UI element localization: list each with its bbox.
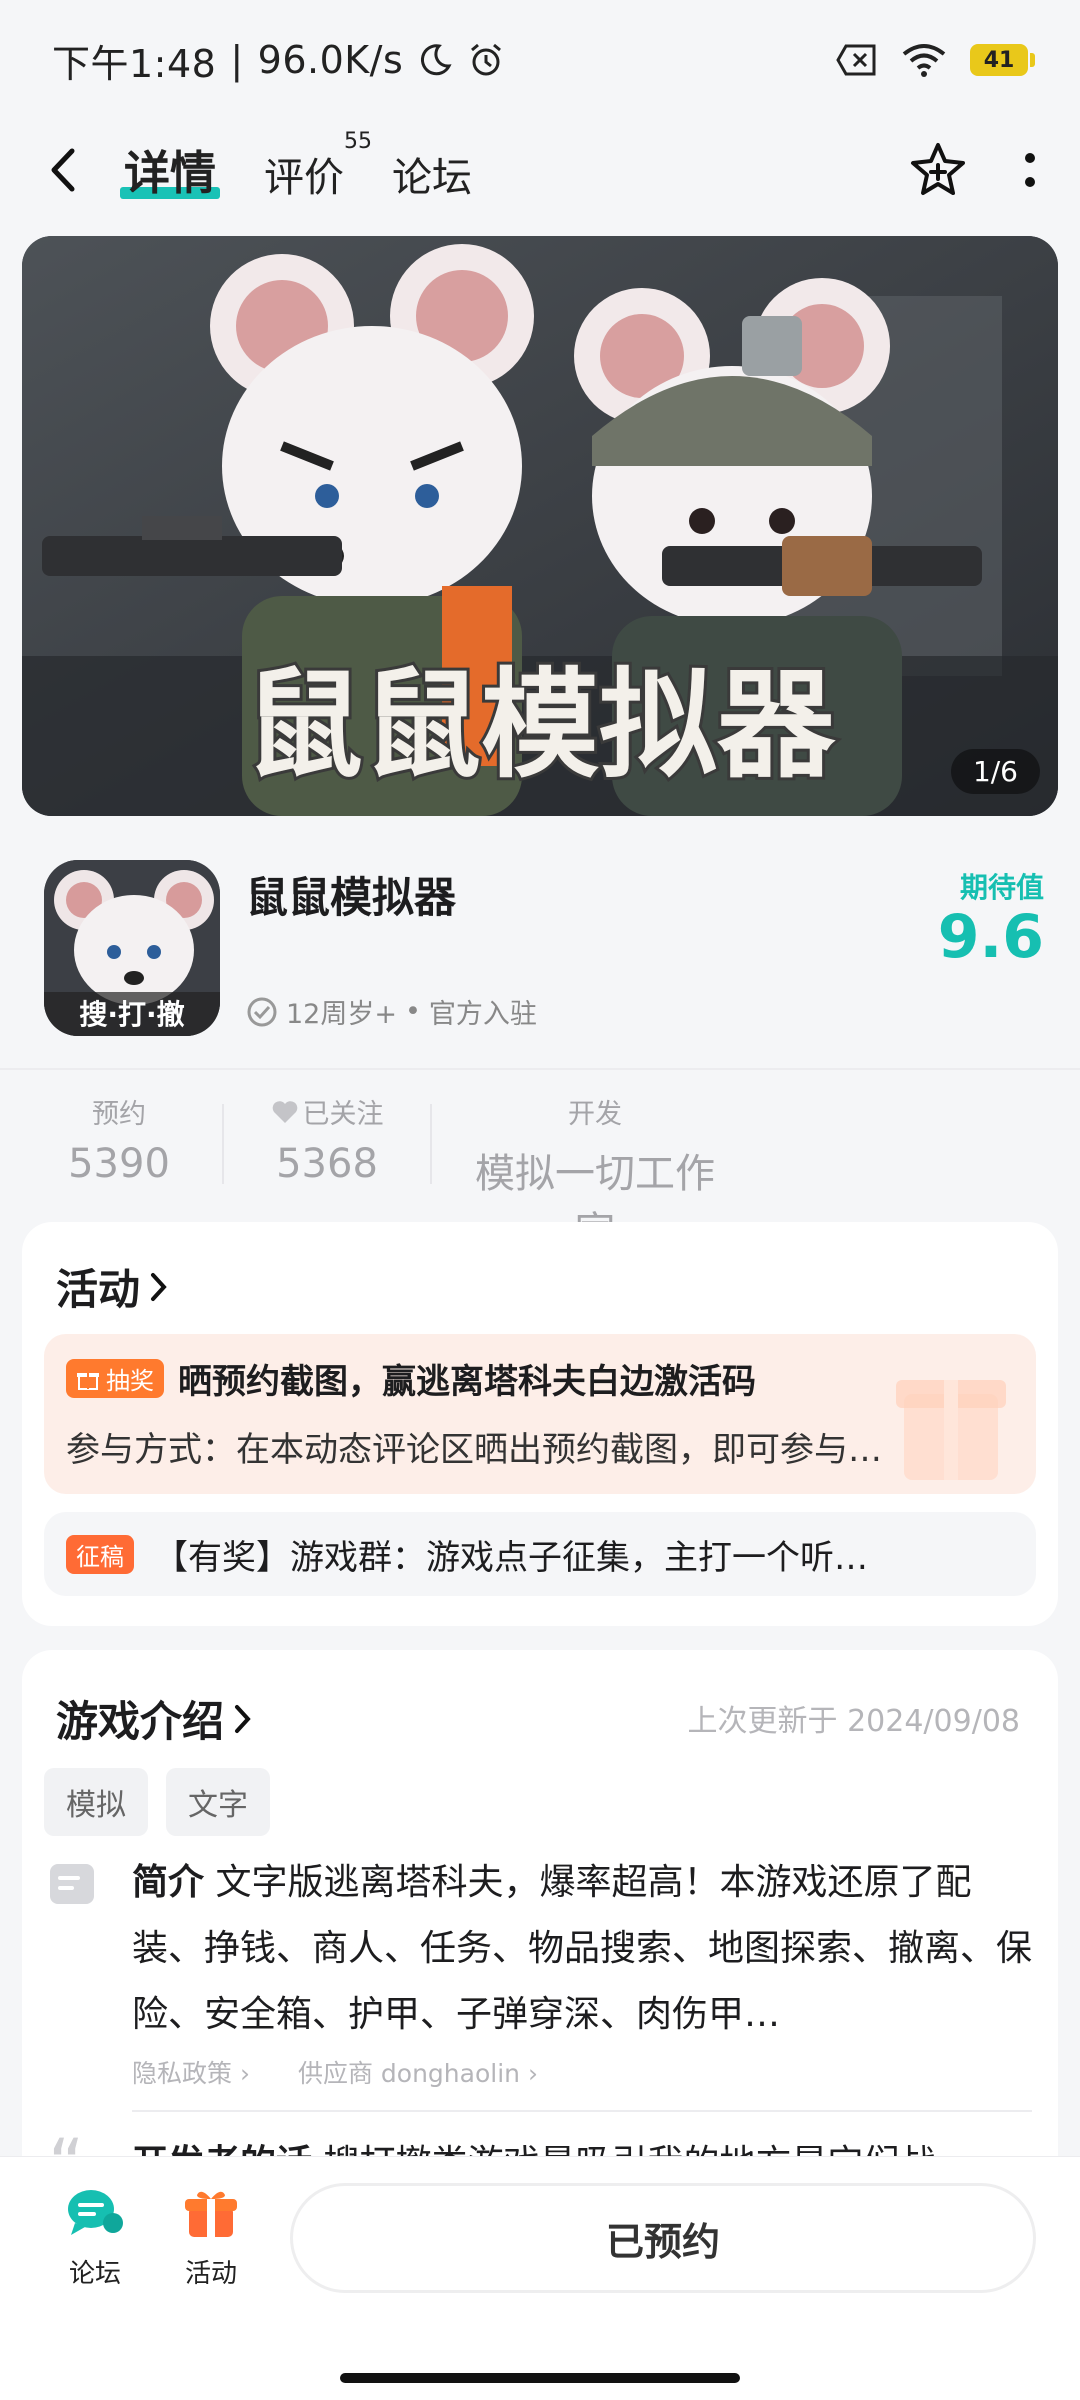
tab-bar: 详情 评价 55 论坛 <box>120 129 472 203</box>
status-bar: 下午1:48 | 96.0K/s 41 <box>0 0 1080 120</box>
age-rating: 12周岁+ <box>286 999 397 1030</box>
section-divider <box>0 1068 1080 1070</box>
expectation-value: 9.6 <box>937 902 1044 972</box>
tab-details[interactable]: 详情 <box>120 137 220 203</box>
stat-developer[interactable]: 开发 模拟一切工作室 <box>460 1092 730 1255</box>
lottery-headline: 晒预约截图，赢逃离塔科夫白边激活码 <box>178 1362 756 1402</box>
back-arrow-icon[interactable] <box>44 145 84 195</box>
stat-divider <box>430 1104 432 1184</box>
summary-doc-icon <box>50 1864 94 1904</box>
lottery-activity[interactable]: 抽奖 晒预约截图，赢逃离塔科夫白边激活码 参与方式：在本动态评论区晒出预约截图，… <box>44 1334 1036 1494</box>
banner-artwork-image: 鼠鼠模拟器 <box>22 236 1058 816</box>
stat-reservations: 预约 5390 <box>44 1092 194 1202</box>
banner-title-art: 鼠鼠模拟器 <box>245 656 836 794</box>
reserved-button[interactable]: 已预约 <box>290 2183 1036 2293</box>
tab-details-label: 详情 <box>124 146 216 200</box>
bottom-activity-button[interactable]: 活动 <box>156 2185 266 2290</box>
status-separator: | <box>230 38 244 82</box>
alarm-icon <box>471 43 502 76</box>
bottom-action-bar: 论坛 活动 已预约 <box>0 2156 1080 2400</box>
chevron-right-icon <box>235 1704 251 1733</box>
submission-headline: 【有奖】游戏群：游戏点子征集，主打一个听… <box>154 1537 868 1578</box>
official-label: 官方入驻 <box>428 999 537 1030</box>
privacy-policy-label: 隐私政策 <box>132 2059 233 2088</box>
activity-title: 活动 <box>56 1265 141 1314</box>
carousel-page-indicator: 1/6 <box>950 749 1040 794</box>
activity-card: 活动 抽奖 晒预约截图，赢逃离塔科夫白边激活码 参与方式：在本动态评论区晒出预约… <box>22 1222 1058 1626</box>
status-net-speed: 96.0K/s <box>257 38 404 82</box>
nav-actions <box>908 140 1036 200</box>
stat-divider <box>222 1104 224 1184</box>
expectation-label: 期待值 <box>959 871 1044 904</box>
tab-reviews-count: 55 <box>344 129 372 154</box>
moon-icon <box>421 44 452 76</box>
app-icon: 搜·打·撤 <box>44 860 220 1036</box>
stat-followers-label-row: 已关注 <box>252 1092 402 1131</box>
status-right: 41 <box>836 42 1035 78</box>
intro-title-link[interactable]: 游戏介绍 <box>56 1688 254 1749</box>
intro-title: 游戏介绍 <box>56 1697 225 1746</box>
activity-title-link[interactable]: 活动 <box>56 1256 170 1317</box>
heart-icon <box>272 1100 297 1123</box>
intro-summary[interactable]: 简介 文字版逃离塔科夫，爆率超高！本游戏还原了配装、挣钱、商人、任务、物品搜索、… <box>132 1850 1032 2048</box>
stat-developer-label: 开发 <box>568 1099 622 1130</box>
battery-indicator: 41 <box>970 44 1035 76</box>
meta-dot: • <box>404 996 421 1027</box>
intro-updated: 上次更新于 2024/09/08 <box>687 1704 1020 1739</box>
supplier-label: 供应商 donghaolin <box>297 2059 520 2088</box>
no-sim-icon <box>836 44 876 76</box>
summary-text: 文字版逃离塔科夫，爆率超高！本游戏还原了配装、挣钱、商人、任务、物品搜索、地图探… <box>132 1862 1032 2035</box>
lottery-badge-label: 抽奖 <box>106 1367 154 1395</box>
expectation-score: 期待值 9.6 <box>938 866 1044 969</box>
submission-activity[interactable]: 征稿 【有奖】游戏群：游戏点子征集，主打一个听… <box>44 1512 1036 1596</box>
more-options-icon[interactable] <box>1024 150 1036 190</box>
tag-item[interactable]: 文字 <box>166 1768 270 1836</box>
supplier-link[interactable]: 供应商 donghaolin › <box>298 2054 538 2090</box>
verified-check-icon <box>247 997 277 1026</box>
privacy-policy-link[interactable]: 隐私政策 › <box>132 2054 250 2090</box>
intro-divider <box>132 2110 1032 2112</box>
app-header: 搜·打·撤 鼠鼠模拟器 12周岁+ • 官方入驻 期待值 9.6 <box>44 860 1044 1040</box>
stat-reservations-label: 预约 <box>92 1099 146 1130</box>
app-icon-image: 搜·打·撤 <box>44 860 220 1036</box>
favorite-star-icon[interactable] <box>908 140 968 200</box>
tab-reviews[interactable]: 评价 55 <box>264 129 372 203</box>
tag-list: 模拟 文字 <box>44 1768 270 1836</box>
bottom-forum-label: 论坛 <box>68 2259 121 2289</box>
stats-row: 预约 5390 已关注 5368 开发 模拟一切工作室 <box>44 1092 1044 1255</box>
submission-badge: 征稿 <box>66 1534 134 1574</box>
wifi-icon <box>902 44 946 77</box>
stat-followers-value: 5368 <box>276 1141 378 1187</box>
status-time: 下午1:48 <box>52 41 217 86</box>
tab-forum[interactable]: 论坛 <box>392 145 472 203</box>
forum-chat-icon <box>68 2190 123 2235</box>
bottom-activity-label: 活动 <box>184 2259 237 2289</box>
status-left: 下午1:48 | 96.0K/s <box>52 33 505 88</box>
intro-links: 隐私政策 › 供应商 donghaolin › <box>132 2054 538 2090</box>
app-meta: 12周岁+ • 官方入驻 <box>246 992 537 1031</box>
tab-forum-label: 论坛 <box>392 155 472 201</box>
summary-label: 简介 <box>132 1862 205 1903</box>
stat-reservations-value: 5390 <box>68 1141 170 1187</box>
lottery-badge: 抽奖 <box>66 1359 164 1398</box>
top-nav: 详情 评价 55 论坛 <box>0 120 1080 220</box>
home-indicator[interactable] <box>340 2373 740 2383</box>
tab-reviews-label: 评价 <box>264 155 344 201</box>
gift-icon <box>185 2191 237 2237</box>
chevron-right-icon <box>151 1272 167 1301</box>
stat-followers-label: 已关注 <box>302 1099 384 1130</box>
bottom-forum-button[interactable]: 论坛 <box>40 2185 150 2290</box>
app-icon-caption: 搜·打·撤 <box>79 998 184 1031</box>
app-name: 鼠鼠模拟器 <box>246 873 457 922</box>
stat-followers: 已关注 5368 <box>252 1092 402 1202</box>
tag-item[interactable]: 模拟 <box>44 1768 148 1836</box>
screenshot-carousel[interactable]: 鼠鼠模拟器 1/6 <box>22 236 1058 816</box>
game-intro-card: 游戏介绍 上次更新于 2024/09/08 模拟 文字 简介 文字版逃离塔科夫，… <box>22 1650 1058 2210</box>
gift-icon <box>77 1372 99 1390</box>
lottery-detail: 参与方式：在本动态评论区晒出预约截图，即可参与… <box>66 1430 882 1470</box>
